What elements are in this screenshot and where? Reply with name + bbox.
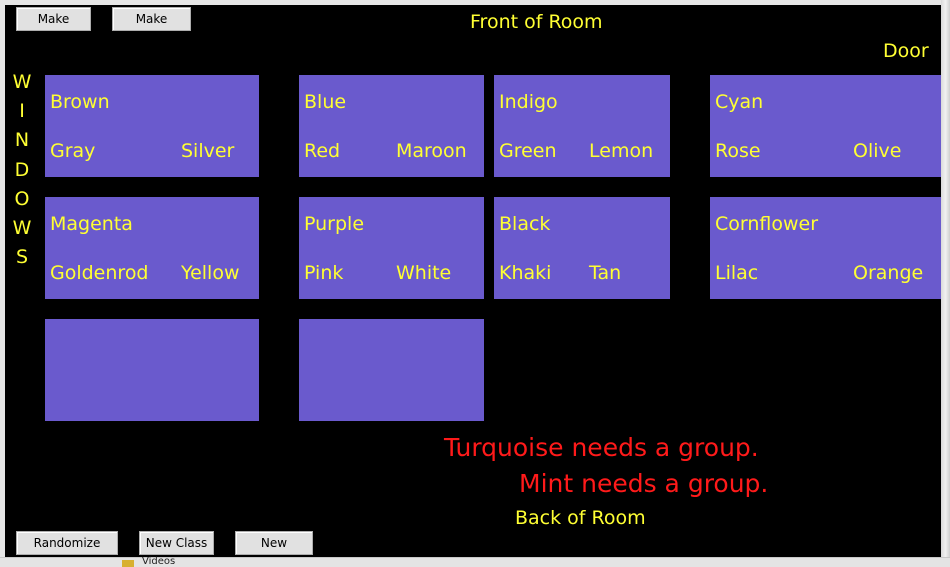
make-bigger-button[interactable]: Make bigger xyxy=(16,7,91,48)
back-of-room-label: Back of Room xyxy=(515,507,646,529)
windows-label: W I N D O W S xyxy=(12,68,32,272)
windows-letter: I xyxy=(19,100,25,123)
student-name: Indigo xyxy=(499,91,558,113)
student-name: Tan xyxy=(589,262,622,284)
student-name: Khaki xyxy=(499,262,552,284)
student-name: Purple xyxy=(304,213,365,235)
window-right-border xyxy=(941,0,950,566)
door-label: Door xyxy=(883,40,929,62)
student-name: Magenta xyxy=(50,213,133,235)
group-table: Magenta Goldenrod Yellow xyxy=(45,197,259,299)
windows-letter: O xyxy=(14,187,30,210)
student-name: Blue xyxy=(304,91,347,113)
group-table: Cyan Rose Olive xyxy=(710,75,941,177)
randomize-again-button[interactable]: Randomize Again xyxy=(16,531,118,555)
windows-letter: D xyxy=(14,158,30,181)
windows-letter: S xyxy=(15,246,29,269)
student-name: Lemon xyxy=(589,140,654,162)
student-name: Orange xyxy=(853,262,924,284)
student-name: Brown xyxy=(50,91,110,113)
front-of-room-label: Front of Room xyxy=(470,11,603,33)
student-name: Olive xyxy=(853,140,902,162)
group-table: Brown Gray Silver xyxy=(45,75,259,177)
group-table: Cornflower Lilac Orange xyxy=(710,197,941,299)
ungrouped-warning: Mint needs a group. xyxy=(519,469,769,498)
group-table: Black Khaki Tan xyxy=(494,197,670,299)
windows-letter: N xyxy=(14,129,30,152)
student-name: Maroon xyxy=(396,140,467,162)
group-table: Indigo Green Lemon xyxy=(494,75,670,177)
group-table: Purple Pink White xyxy=(299,197,484,299)
student-name: Rose xyxy=(715,140,761,162)
student-name: Goldenrod xyxy=(50,262,149,284)
group-table: Blue Red Maroon xyxy=(299,75,484,177)
make-smaller-button[interactable]: Make smaller xyxy=(112,7,191,48)
student-name: Green xyxy=(499,140,557,162)
ungrouped-warning: Turquoise needs a group. xyxy=(444,433,759,462)
new-class-button[interactable]: New Class xyxy=(139,531,214,555)
student-name: Lilac xyxy=(715,262,759,284)
windows-letter: W xyxy=(12,71,32,93)
student-name: Red xyxy=(304,140,341,162)
student-name: Cornflower xyxy=(715,213,819,235)
windows-letter: W xyxy=(12,217,32,240)
taskbar-peek-label: Videos xyxy=(142,556,176,567)
student-name: Black xyxy=(499,213,551,235)
student-name: Yellow xyxy=(181,262,240,284)
student-name: Gray xyxy=(50,140,96,162)
seating-canvas: Make bigger Make smaller Front of Room D… xyxy=(5,5,941,557)
student-name: Pink xyxy=(304,262,344,284)
empty-group-table xyxy=(299,319,484,421)
student-name: Cyan xyxy=(715,91,764,113)
student-name: Silver xyxy=(181,140,235,162)
new-options-button[interactable]: New Options xyxy=(235,531,313,555)
student-name: White xyxy=(396,262,452,284)
empty-group-table xyxy=(45,319,259,421)
